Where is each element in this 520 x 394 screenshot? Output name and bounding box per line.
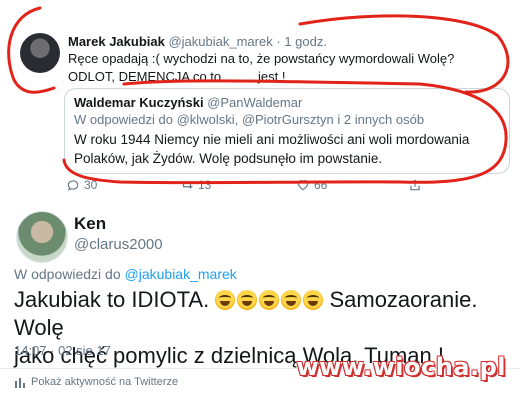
tweet-text-line: Ręce opadają :( wychodzi na to, że powst… <box>68 51 455 66</box>
grinning-face-icon <box>215 290 236 310</box>
analytics-link[interactable]: Pokaż aktywność na Twitterze <box>14 376 178 388</box>
grinning-face-icon <box>259 290 280 310</box>
like-count: 66 <box>314 178 328 192</box>
share-icon <box>410 179 420 191</box>
reply-author-handle[interactable]: @clarus2000 <box>74 236 163 253</box>
reply-to-mention[interactable]: @jakubiak_marek <box>125 266 237 282</box>
reply-count: 30 <box>84 178 98 192</box>
share-button[interactable] <box>408 178 422 192</box>
reply-text-part: Jakubiak to IDIOTA. <box>14 287 216 312</box>
emoji-group <box>215 290 324 310</box>
tweet-time[interactable]: 1 godz. <box>284 34 327 49</box>
quote-reply-to: W odpowiedzi do @klwolski, @PiotrGurszty… <box>74 112 425 127</box>
reply-icon <box>67 180 79 191</box>
reply-button[interactable]: 30 <box>66 178 97 192</box>
avatar[interactable] <box>16 211 68 263</box>
tweet-text: Ręce opadają :( wychodzi na to, że powst… <box>68 50 508 86</box>
reply-to-prefix: W odpowiedzi do <box>14 266 125 282</box>
quote-author-handle: @PanWaldemar <box>207 95 303 110</box>
tweet-text-line: ODLOT, DEMENCJA co to ……. jest ! <box>68 69 286 84</box>
reply-to-line: W odpowiedzi do @jakubiak_marek <box>14 266 237 282</box>
reply-timestamp[interactable]: 14:07 · 02 sie 17 <box>14 343 111 358</box>
watermark: www.wiocha.pl <box>296 353 506 381</box>
heart-icon <box>297 180 309 191</box>
quote-text-line: W roku 1944 Niemcy nie mieli ani możliwo… <box>74 132 470 147</box>
retweet-count: 13 <box>198 178 212 192</box>
quote-header: Waldemar Kuczyński @PanWaldemar <box>74 95 302 110</box>
tweet-header: Marek Jakubiak @jakubiak_marek · 1 godz. <box>68 34 327 49</box>
bar-chart-icon <box>15 378 25 388</box>
retweet-icon <box>181 181 193 189</box>
quote-text-line: Polaków, jak Żydów. Wolę podsunęło im po… <box>74 151 383 166</box>
reply-author-name[interactable]: Ken <box>74 214 106 234</box>
grinning-face-icon <box>281 290 302 310</box>
grinning-face-icon <box>237 290 258 310</box>
grinning-face-icon <box>303 290 324 310</box>
like-button[interactable]: 66 <box>296 178 327 192</box>
analytics-label: Pokaż aktywność na Twitterze <box>31 376 179 388</box>
retweet-button[interactable]: 13 <box>180 178 211 192</box>
author-handle[interactable]: @jakubiak_marek <box>168 34 272 49</box>
separator-dot: · <box>276 34 281 49</box>
quote-text: W roku 1944 Niemcy nie mieli ani możliwo… <box>74 130 504 168</box>
avatar[interactable] <box>20 33 60 73</box>
author-name[interactable]: Marek Jakubiak <box>68 34 165 49</box>
quote-author-name: Waldemar Kuczyński <box>74 95 204 110</box>
